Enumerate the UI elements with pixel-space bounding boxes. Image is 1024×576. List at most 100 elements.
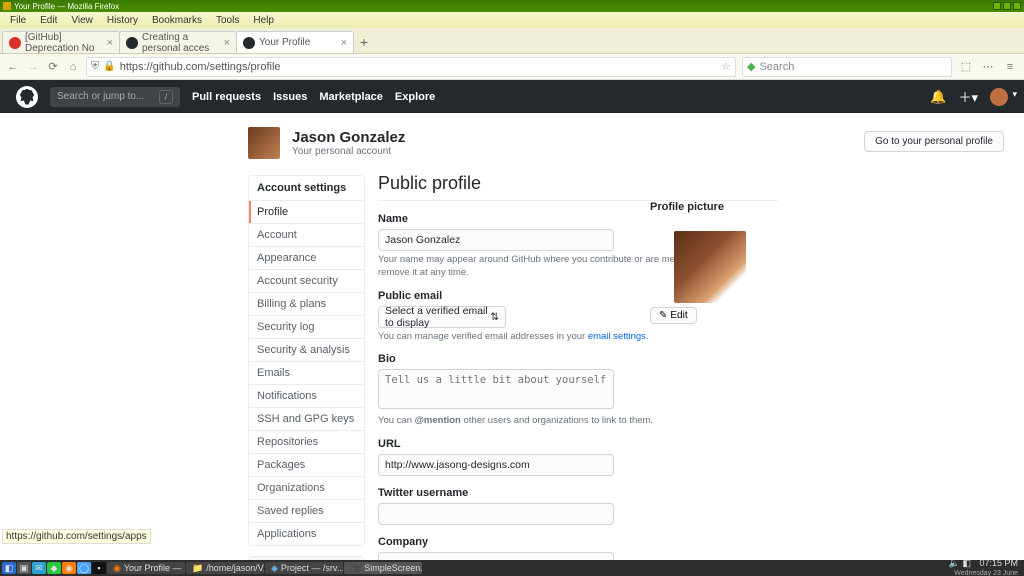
sidebar-item-orgs[interactable]: Organizations bbox=[249, 476, 364, 499]
pencil-icon: ✎ bbox=[659, 310, 667, 321]
menu-edit[interactable]: Edit bbox=[34, 15, 63, 26]
menu-tools[interactable]: Tools bbox=[210, 15, 245, 26]
name-input[interactable] bbox=[378, 229, 614, 251]
goto-profile-button[interactable]: Go to your personal profile bbox=[864, 131, 1004, 152]
gh-search-placeholder: Search or jump to... bbox=[57, 91, 144, 102]
twitter-label: Twitter username bbox=[378, 487, 778, 499]
page-content: Jason Gonzalez Your personal account Go … bbox=[0, 113, 1024, 560]
page-head: Jason Gonzalez Your personal account bbox=[248, 127, 405, 159]
sidebar-item-packages[interactable]: Packages bbox=[249, 453, 364, 476]
tray-icon[interactable]: ◆ bbox=[47, 562, 61, 574]
close-icon[interactable]: × bbox=[341, 37, 347, 49]
nav-explore[interactable]: Explore bbox=[395, 91, 435, 103]
user-avatar-menu[interactable] bbox=[990, 88, 1008, 106]
forward-button[interactable]: → bbox=[26, 60, 40, 74]
nav-pulls[interactable]: Pull requests bbox=[192, 91, 261, 103]
nav-issues[interactable]: Issues bbox=[273, 91, 307, 103]
email-selected: Select a verified email to display bbox=[385, 305, 490, 329]
save-page-icon[interactable]: ⬚ bbox=[958, 60, 974, 73]
sidebar-item-emails[interactable]: Emails bbox=[249, 361, 364, 384]
task-editor[interactable]: ◆Project — /srv... bbox=[265, 562, 343, 574]
email-settings-link[interactable]: email settings bbox=[588, 331, 646, 342]
menubar: File Edit View History Bookmarks Tools H… bbox=[0, 12, 1024, 28]
app-icon bbox=[3, 2, 11, 10]
sidebar-item-securitylog[interactable]: Security log bbox=[249, 315, 364, 338]
new-tab-button[interactable]: + bbox=[353, 31, 375, 53]
os-titlebar: Your Profile — Mozilla Firefox bbox=[0, 0, 1024, 12]
tray-icon[interactable]: ▣ bbox=[17, 562, 31, 574]
page-title: Public profile bbox=[378, 173, 778, 201]
github-search[interactable]: Search or jump to... / bbox=[50, 87, 180, 107]
tray-icon[interactable]: ✉ bbox=[32, 562, 46, 574]
start-menu[interactable]: ◧ bbox=[2, 562, 16, 574]
profile-picture bbox=[674, 231, 746, 303]
menu-view[interactable]: View bbox=[65, 15, 99, 26]
sidebar-item-profile[interactable]: Profile bbox=[249, 200, 364, 223]
menu-bookmarks[interactable]: Bookmarks bbox=[146, 15, 208, 26]
edit-picture-button[interactable]: ✎ Edit bbox=[650, 307, 697, 324]
menu-file[interactable]: File bbox=[4, 15, 32, 26]
menu-history[interactable]: History bbox=[101, 15, 144, 26]
github-logo[interactable] bbox=[16, 86, 38, 108]
sidebar-item-repos[interactable]: Repositories bbox=[249, 430, 364, 453]
lock-icon: 🔒 bbox=[103, 61, 115, 72]
plus-icon[interactable]: ＋▾ bbox=[958, 87, 978, 106]
github-icon bbox=[126, 37, 138, 49]
tab-1[interactable]: Creating a personal acces × bbox=[119, 31, 237, 53]
extensions-icon[interactable]: ⋯ bbox=[980, 60, 996, 73]
reload-button[interactable]: ⟳ bbox=[46, 60, 60, 74]
tab-2[interactable]: Your Profile × bbox=[236, 31, 354, 53]
taskbar-clock[interactable]: 🔈 ◧ 07:15 PM Wednesday 23 June bbox=[949, 559, 1022, 576]
max-button[interactable] bbox=[1003, 2, 1011, 10]
sidebar-header-developer[interactable]: Developer settings bbox=[249, 557, 364, 560]
sidebar-item-notifications[interactable]: Notifications bbox=[249, 384, 364, 407]
email-select[interactable]: Select a verified email to display ⇅ bbox=[378, 306, 506, 328]
tray-icon[interactable]: ◯ bbox=[77, 562, 91, 574]
github-nav: Pull requests Issues Marketplace Explore bbox=[192, 91, 435, 103]
search-placeholder: Search bbox=[759, 61, 794, 73]
sidebar-item-replies[interactable]: Saved replies bbox=[249, 499, 364, 522]
sidebar-item-apps[interactable]: Applications bbox=[249, 522, 364, 545]
shield-icon: ⛨ bbox=[91, 60, 99, 73]
bio-input[interactable] bbox=[378, 369, 614, 409]
browser-search[interactable]: ◆ Search bbox=[742, 57, 952, 77]
terminal-launcher[interactable]: ▪ bbox=[92, 562, 106, 574]
url-input[interactable] bbox=[378, 454, 614, 476]
firefox-launcher[interactable]: ◉ bbox=[62, 562, 76, 574]
picture-label: Profile picture bbox=[650, 201, 770, 213]
close-icon[interactable]: × bbox=[107, 37, 113, 49]
task-firefox[interactable]: ◉Your Profile — ... bbox=[107, 562, 185, 574]
nav-marketplace[interactable]: Marketplace bbox=[319, 91, 383, 103]
twitter-input[interactable] bbox=[378, 503, 614, 525]
sidebar-item-account[interactable]: Account bbox=[249, 223, 364, 246]
company-input[interactable] bbox=[378, 552, 614, 560]
star-icon[interactable]: ☆ bbox=[721, 60, 731, 73]
close-button[interactable] bbox=[1013, 2, 1021, 10]
sidebar-item-billing[interactable]: Billing & plans bbox=[249, 292, 364, 315]
url-label: URL bbox=[378, 438, 778, 450]
taskbar: ◧ ▣ ✉ ◆ ◉ ◯ ▪ ◉Your Profile — ... 📁/home… bbox=[0, 560, 1024, 576]
tab-strip: [GitHub] Deprecation No × Creating a per… bbox=[0, 28, 1024, 54]
home-button[interactable]: ⌂ bbox=[66, 60, 80, 74]
chevron-updown-icon: ⇅ bbox=[490, 311, 499, 323]
address-bar[interactable]: ⛨ 🔒 https://github.com/settings/profile … bbox=[86, 57, 736, 77]
user-subtitle: Your personal account bbox=[292, 146, 405, 157]
close-icon[interactable]: × bbox=[224, 37, 230, 49]
menu-help[interactable]: Help bbox=[247, 15, 280, 26]
mail-icon bbox=[9, 37, 21, 49]
tab-label: Your Profile bbox=[259, 37, 310, 48]
task-files[interactable]: 📁/home/jason/V... bbox=[186, 562, 264, 574]
back-button[interactable]: ← bbox=[6, 60, 20, 74]
hamburger-icon[interactable]: ≡ bbox=[1002, 61, 1018, 73]
bell-icon[interactable]: 🔔 bbox=[930, 89, 946, 105]
sidebar-item-security[interactable]: Account security bbox=[249, 269, 364, 292]
url-text: https://github.com/settings/profile bbox=[120, 61, 281, 73]
tab-0[interactable]: [GitHub] Deprecation No × bbox=[2, 31, 120, 53]
github-icon bbox=[243, 37, 255, 49]
min-button[interactable] bbox=[993, 2, 1001, 10]
sidebar-item-appearance[interactable]: Appearance bbox=[249, 246, 364, 269]
sidebar-item-ssh[interactable]: SSH and GPG keys bbox=[249, 407, 364, 430]
task-recorder[interactable]: 🎥SimpleScreen... bbox=[344, 562, 422, 574]
settings-sidebar: Account settings Profile Account Appeara… bbox=[248, 175, 365, 560]
sidebar-item-analysis[interactable]: Security & analysis bbox=[249, 338, 364, 361]
